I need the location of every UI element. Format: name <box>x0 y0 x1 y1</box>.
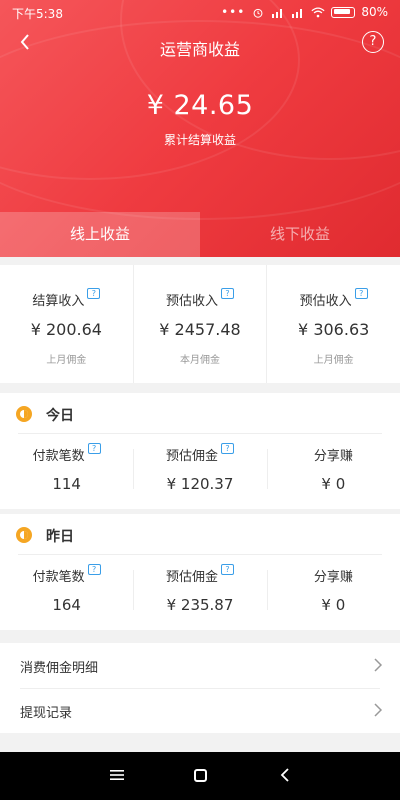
status-time: 下午5:38 <box>12 7 63 21</box>
summary-label: 结算收入 <box>32 294 85 309</box>
summary-sublabel: 上月佣金 <box>313 355 354 366</box>
info-icon[interactable]: ? <box>221 443 234 454</box>
summary-value: ¥ 2457.48 <box>159 320 241 339</box>
sun-icon <box>16 527 32 543</box>
summary-settled-income: 结算收入? ¥ 200.64 上月佣金 <box>0 265 133 383</box>
stat-label: 分享赚 <box>313 449 353 464</box>
signal-icon <box>292 8 303 18</box>
summary-value: ¥ 200.64 <box>30 320 102 339</box>
signal-icon <box>272 8 283 18</box>
sun-icon <box>16 406 32 422</box>
status-icons: ••• 80% <box>221 5 388 19</box>
stat-payment-count: 付款笔数? 164 <box>0 554 133 630</box>
info-icon[interactable]: ? <box>354 288 368 299</box>
stat-share-earnings: 分享赚 ¥ 0 <box>266 554 400 630</box>
menu-list: 消费佣金明细 提现记录 <box>0 643 400 733</box>
list-item-withdrawal-records[interactable]: 提现记录 <box>0 688 400 733</box>
help-icon[interactable]: ? <box>362 31 384 53</box>
stat-label: 预估佣金 <box>165 570 218 585</box>
stat-value: ¥ 120.37 <box>166 475 234 493</box>
info-icon[interactable]: ? <box>221 564 234 575</box>
summary-estimated-income-this-month: 预估收入? ¥ 2457.48 本月佣金 <box>132 265 267 383</box>
stat-value: ¥ 0 <box>321 596 346 614</box>
page-title: 运营商收益 <box>159 40 240 59</box>
summary-label: 预估收入 <box>166 294 219 309</box>
battery-level: 80% <box>361 5 388 19</box>
system-nav-bar <box>0 752 400 800</box>
stat-value: ¥ 0 <box>321 475 346 493</box>
earnings-summary-card: 结算收入? ¥ 200.64 上月佣金 预估收入? ¥ 2457.48 本月佣金… <box>0 265 400 383</box>
tab-online-earnings[interactable]: 线上收益 <box>0 212 200 257</box>
list-item-commission-details[interactable]: 消费佣金明细 <box>0 643 400 688</box>
summary-value: ¥ 306.63 <box>298 320 370 339</box>
summary-sublabel: 上月佣金 <box>46 355 87 366</box>
battery-icon <box>331 6 356 18</box>
stat-label: 预估佣金 <box>165 449 218 464</box>
status-bar: 下午5:38 ••• 80% <box>0 0 400 26</box>
today-stats-card: 今日 付款笔数? 114 预估佣金? ¥ 120.37 分享赚 ¥ 0 <box>0 393 400 509</box>
list-item-label: 消费佣金明细 <box>20 661 99 676</box>
stat-value: 114 <box>52 475 81 493</box>
menu-icon[interactable] <box>110 769 124 781</box>
chevron-right-icon <box>374 703 383 717</box>
tab-offline-earnings[interactable]: 线下收益 <box>200 212 400 257</box>
stat-label: 分享赚 <box>313 570 353 585</box>
more-dots-icon: ••• <box>221 5 246 19</box>
info-icon[interactable]: ? <box>87 443 101 454</box>
summary-sublabel: 本月佣金 <box>180 355 220 366</box>
stat-value: ¥ 235.87 <box>166 596 234 614</box>
info-icon[interactable]: ? <box>87 564 101 575</box>
stat-label: 付款笔数 <box>32 570 85 585</box>
chevron-right-icon <box>374 658 383 672</box>
alarm-icon <box>253 8 263 18</box>
wifi-icon <box>311 6 325 17</box>
stat-payment-count: 付款笔数? 114 <box>0 433 133 509</box>
stat-share-earnings: 分享赚 ¥ 0 <box>266 433 400 509</box>
stat-label: 付款笔数 <box>32 449 85 464</box>
stat-estimated-commission: 预估佣金? ¥ 120.37 <box>133 433 266 509</box>
section-title-yesterday: 昨日 <box>46 529 74 545</box>
info-icon[interactable]: ? <box>221 288 235 299</box>
info-icon[interactable]: ? <box>87 288 101 299</box>
total-earnings-label: 累计结算收益 <box>163 133 236 147</box>
total-earnings-amount: ¥ 24.65 <box>146 90 254 121</box>
list-item-label: 提现记录 <box>20 706 73 721</box>
summary-label: 预估收入 <box>299 294 352 309</box>
back-icon[interactable] <box>278 767 292 783</box>
header-banner: 下午5:38 ••• 80% 运营商收益 ? ¥ 24.65 累计结算收益 线上… <box>0 0 400 257</box>
summary-estimated-income-last-month: 预估收入? ¥ 306.63 上月佣金 <box>266 265 400 383</box>
earnings-tabs: 线上收益 线下收益 <box>0 212 400 257</box>
stat-estimated-commission: 预估佣金? ¥ 235.87 <box>133 554 266 630</box>
section-title-today: 今日 <box>46 408 74 424</box>
home-icon[interactable] <box>194 769 207 782</box>
stat-value: 164 <box>52 596 81 614</box>
yesterday-stats-card: 昨日 付款笔数? 164 预估佣金? ¥ 235.87 分享赚 ¥ 0 <box>0 514 400 630</box>
